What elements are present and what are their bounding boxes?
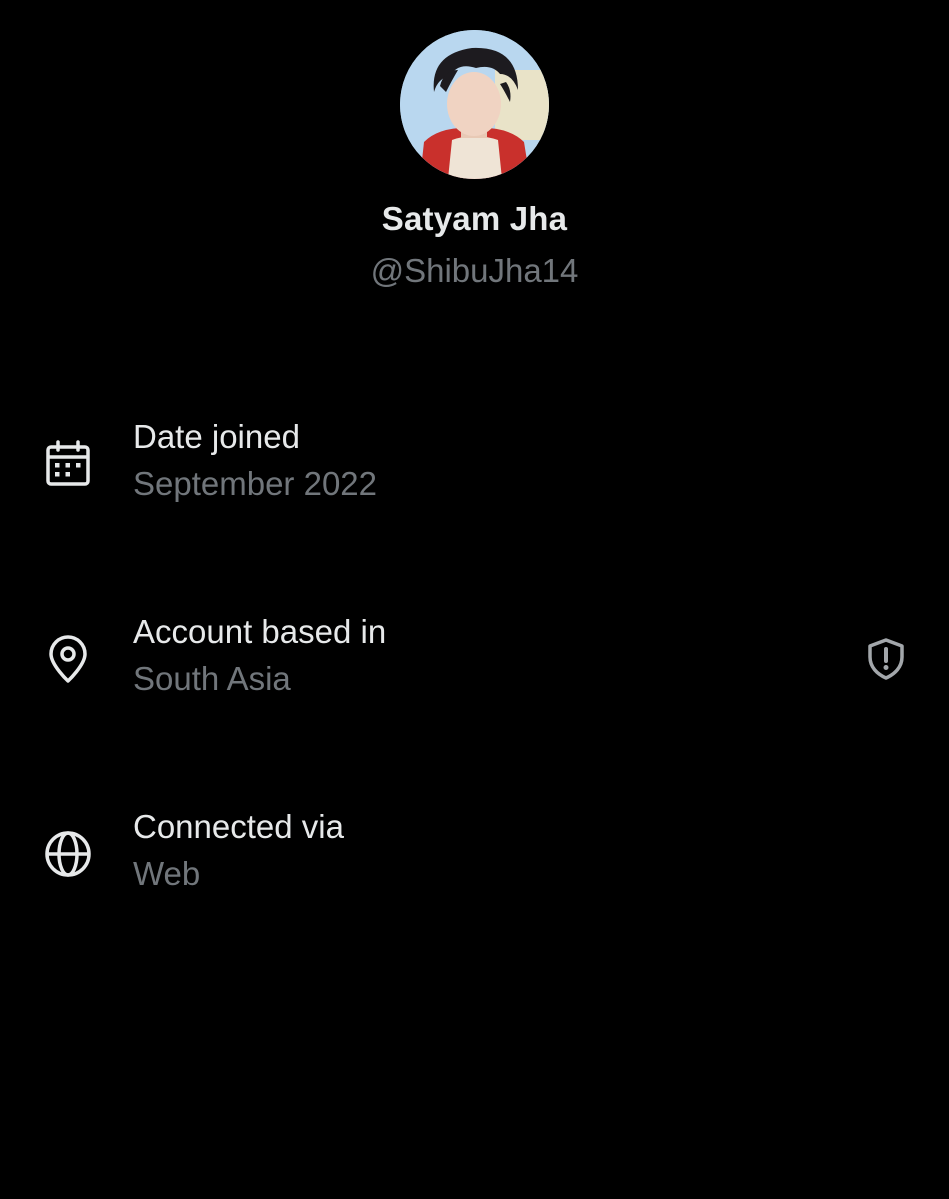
avatar[interactable] <box>400 30 549 179</box>
handle: @ShibuJha14 <box>370 252 579 289</box>
account-based-in-value: South Asia <box>133 660 291 697</box>
globe-icon <box>42 828 94 880</box>
connected-via-label: Connected via <box>133 808 344 845</box>
account-based-in-label: Account based in <box>133 613 387 650</box>
display-name: Satyam Jha <box>381 200 568 237</box>
date-joined-label: Date joined <box>133 418 300 455</box>
avatar-photo <box>400 30 549 179</box>
calendar-icon <box>42 438 94 490</box>
connected-via-row: Connected via Web <box>0 808 949 898</box>
connected-via-value: Web <box>133 855 201 892</box>
shield-alert-icon[interactable] <box>864 637 908 681</box>
account-based-in-row: Account based in South Asia <box>0 613 949 703</box>
date-joined-value: September 2022 <box>133 465 378 502</box>
location-pin-icon <box>42 633 94 685</box>
date-joined-row: Date joined September 2022 <box>0 418 949 508</box>
